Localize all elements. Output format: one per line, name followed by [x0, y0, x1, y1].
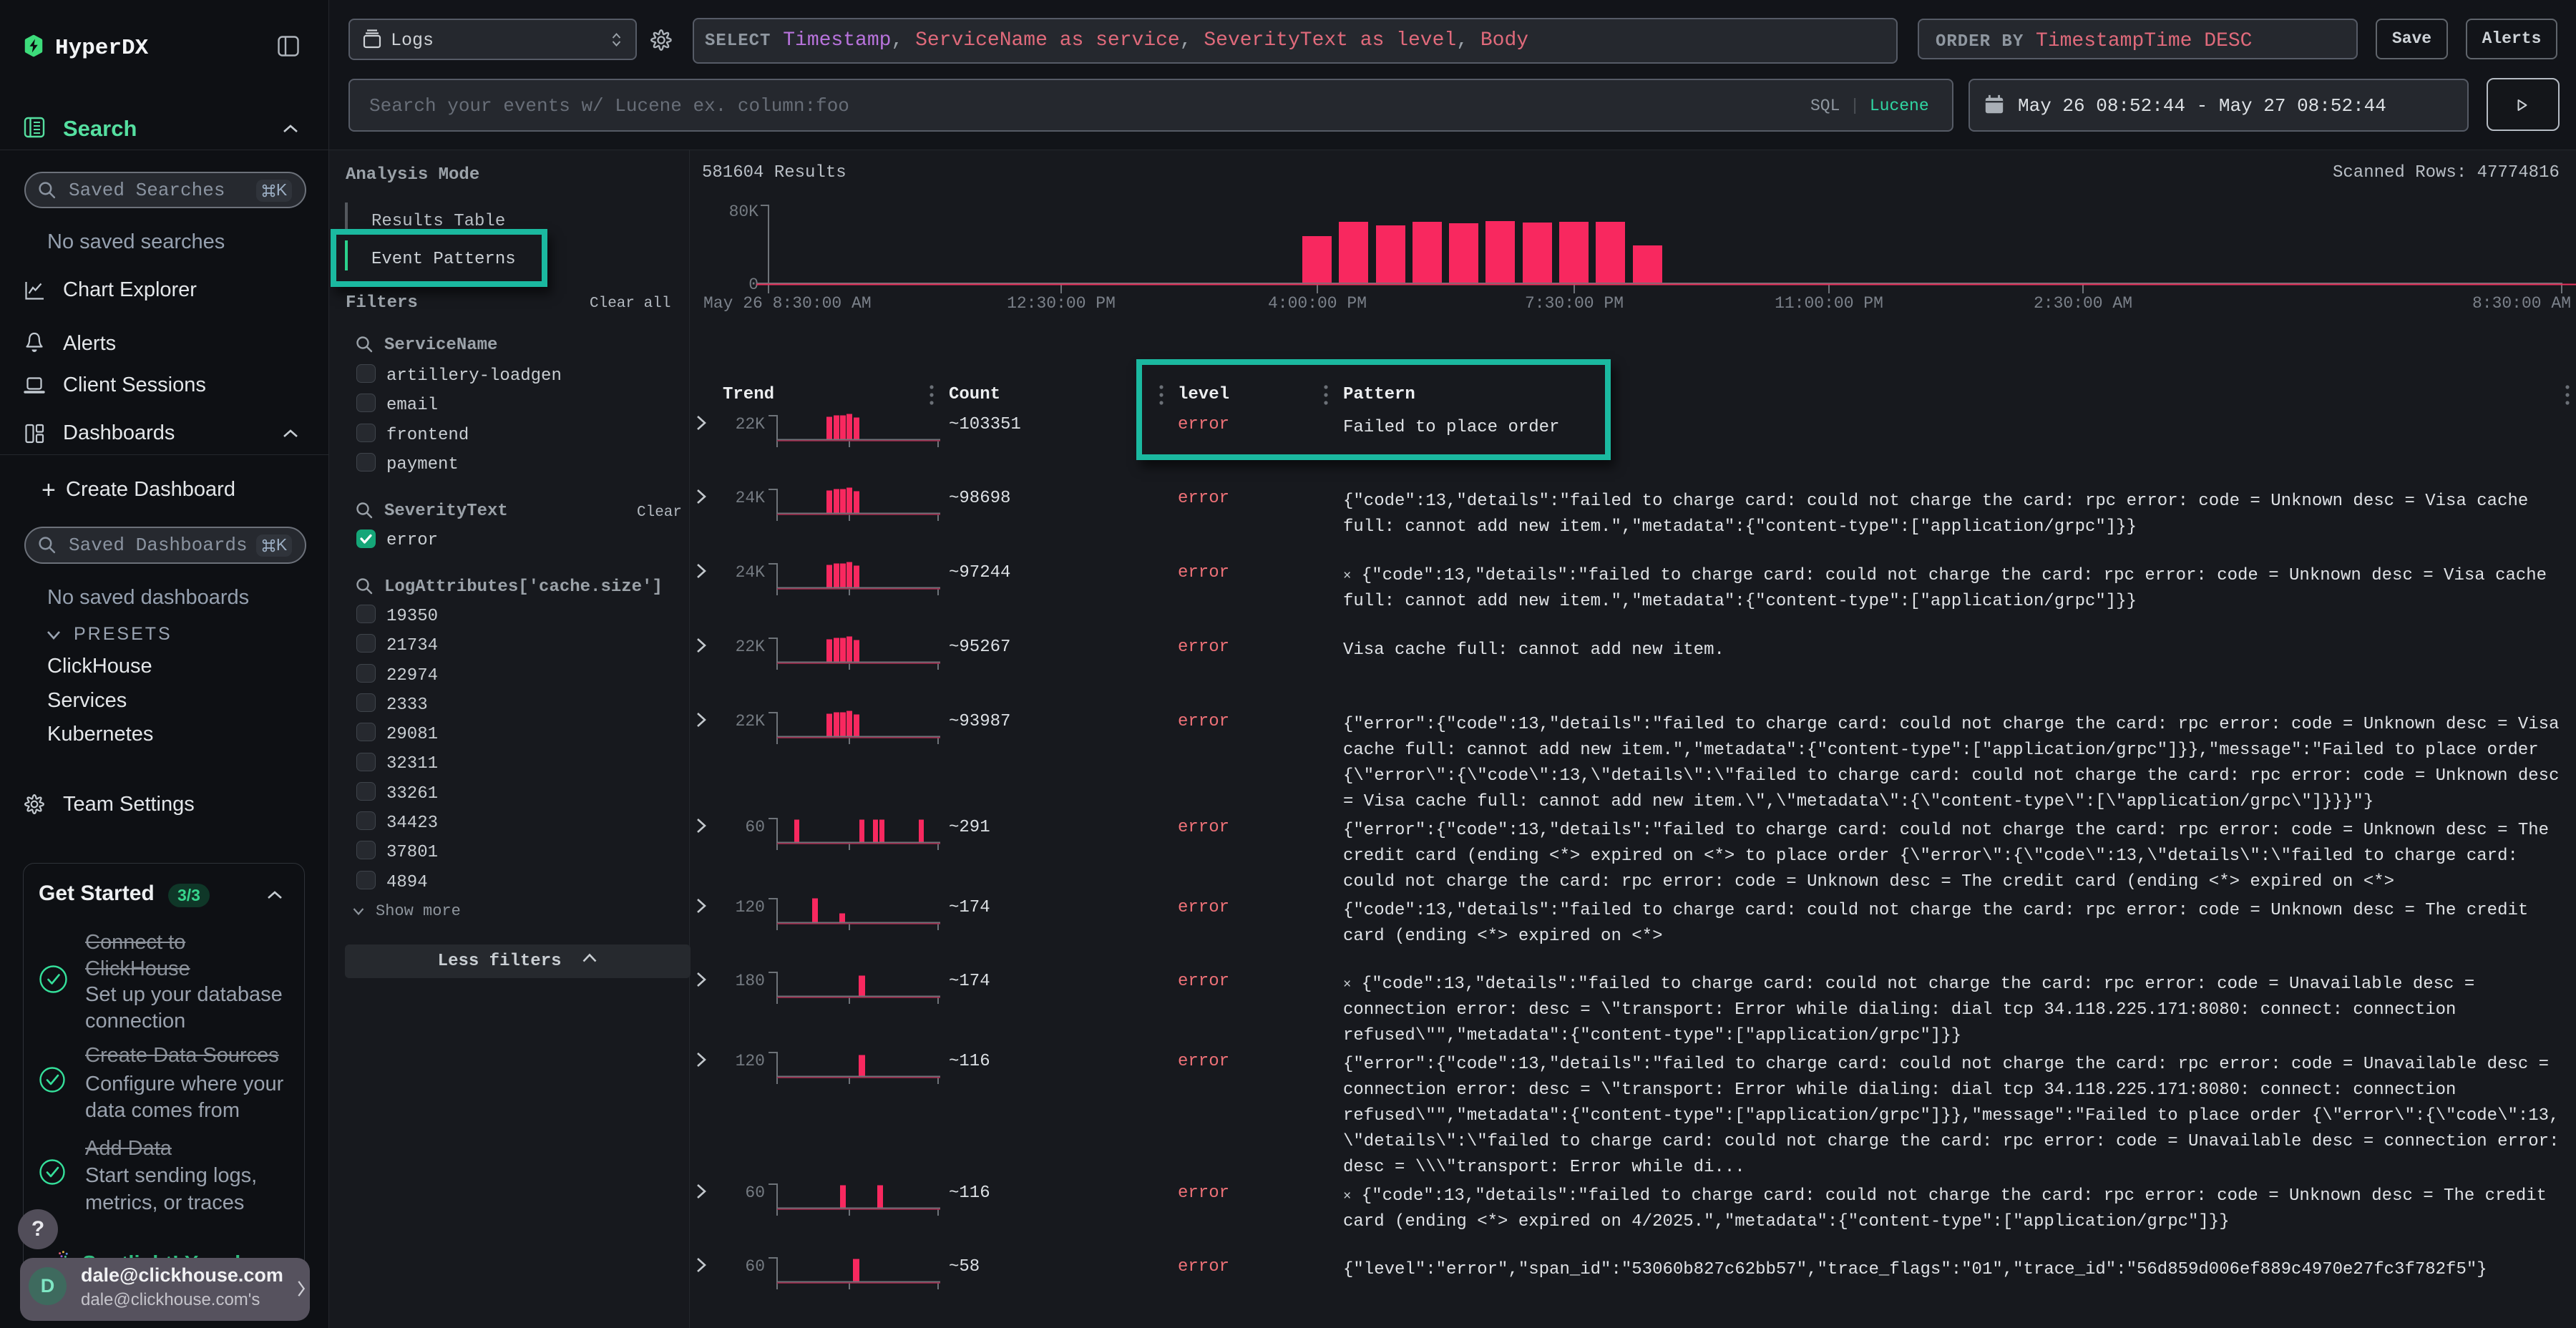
- svg-text:22K: 22K: [736, 638, 766, 656]
- svg-text:May 26 8:30:00 AM: May 26 8:30:00 AM: [703, 294, 872, 313]
- svg-text:8:30:00 AM: 8:30:00 AM: [2472, 294, 2571, 313]
- svg-text:2:30:00 AM: 2:30:00 AM: [2034, 294, 2132, 313]
- svg-text:80K: 80K: [729, 202, 759, 221]
- svg-text:60: 60: [745, 1257, 765, 1276]
- svg-text:11:00:00 PM: 11:00:00 PM: [1775, 294, 1883, 313]
- svg-text:24K: 24K: [736, 489, 766, 507]
- svg-text:24K: 24K: [736, 563, 766, 582]
- svg-text:22K: 22K: [736, 712, 766, 731]
- svg-text:7:30:00 PM: 7:30:00 PM: [1525, 294, 1624, 313]
- svg-text:12:30:00 PM: 12:30:00 PM: [1007, 294, 1116, 313]
- svg-text:60: 60: [745, 1183, 765, 1202]
- svg-text:22K: 22K: [736, 415, 766, 434]
- svg-text:120: 120: [736, 1052, 765, 1070]
- svg-text:120: 120: [736, 898, 765, 917]
- svg-text:180: 180: [736, 972, 765, 990]
- svg-text:4:00:00 PM: 4:00:00 PM: [1268, 294, 1367, 313]
- svg-text:60: 60: [745, 818, 765, 836]
